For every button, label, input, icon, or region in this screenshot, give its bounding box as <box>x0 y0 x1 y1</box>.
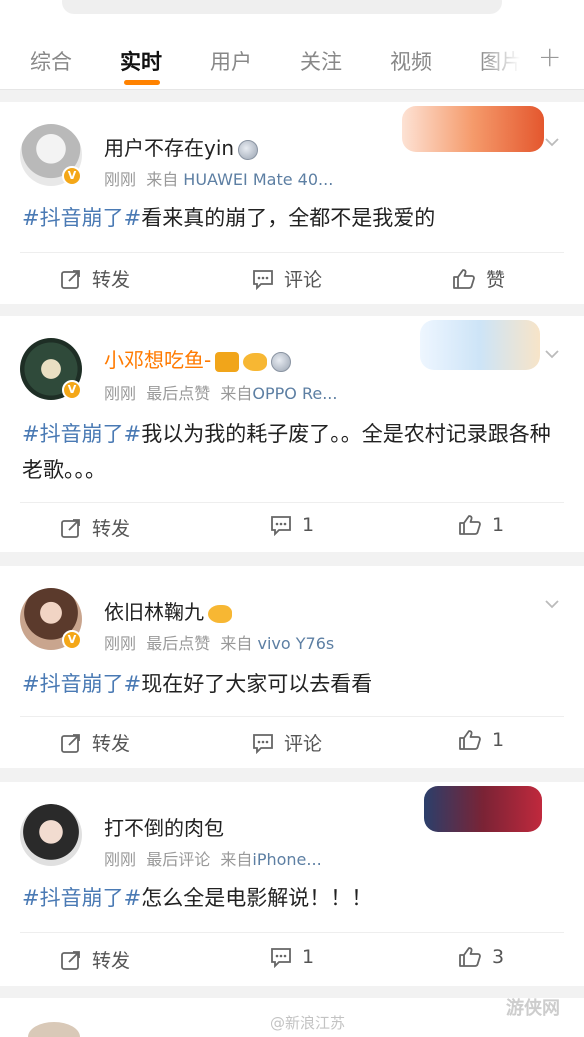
tab-video[interactable]: 视频 <box>390 46 432 76</box>
hashtag-link[interactable]: #抖音崩了# <box>22 886 141 910</box>
repost-button[interactable]: 转发 <box>60 265 130 292</box>
repost-icon <box>61 733 80 753</box>
crown-icon <box>215 351 240 372</box>
medal-icon <box>238 139 259 160</box>
divider <box>20 252 564 253</box>
comment-button[interactable]: 1 <box>270 946 314 968</box>
comment-button[interactable]: 评论 <box>252 265 322 292</box>
card-decoration <box>420 320 540 370</box>
add-tab-icon[interactable]: + <box>538 40 561 73</box>
fish-icon <box>208 604 232 623</box>
divider <box>20 716 564 717</box>
hashtag-link[interactable]: #抖音崩了# <box>22 672 141 696</box>
comment-button[interactable]: 1 <box>270 514 314 536</box>
post-meta: 刚刚 最后评论 来自iPhone... <box>104 850 322 869</box>
search-bar[interactable] <box>62 0 502 14</box>
chevron-down-icon[interactable] <box>544 596 560 612</box>
repost-button[interactable]: 转发 <box>60 729 130 756</box>
chevron-down-icon[interactable] <box>544 346 560 362</box>
like-button[interactable]: 赞 <box>452 265 505 292</box>
username[interactable]: 依旧林鞠九 <box>104 596 232 625</box>
medal-icon <box>271 351 292 372</box>
card-decoration <box>424 786 542 832</box>
post-meta: 刚刚 最后点赞 来自 vivo Y76s <box>104 634 335 653</box>
comment-icon <box>271 516 291 536</box>
hashtag-link[interactable]: #抖音崩了# <box>22 206 141 230</box>
like-button[interactable]: 1 <box>458 514 504 536</box>
tab-users[interactable]: 用户 <box>210 46 252 76</box>
tab-fade <box>480 28 520 89</box>
repost-icon <box>61 269 80 289</box>
post-card: V 小邓想吃鱼- 刚刚 最后点赞 来自OPPO Re... #抖音崩了#我以为我… <box>0 316 584 552</box>
repost-icon <box>61 950 80 970</box>
top-bar <box>0 0 584 28</box>
repost-button[interactable]: 转发 <box>60 514 130 541</box>
thumbs-up-icon <box>459 515 481 535</box>
chevron-down-icon[interactable] <box>544 134 560 150</box>
like-button[interactable]: 3 <box>458 946 504 968</box>
divider <box>20 502 564 503</box>
tab-bar: 综合 实时 用户 关注 视频 图片 + <box>0 28 584 90</box>
verified-badge-icon: V <box>62 166 82 186</box>
verified-badge-icon: V <box>62 630 82 650</box>
post-card: 打不倒的肉包 刚刚 最后评论 来自iPhone... #抖音崩了#怎么全是电影解… <box>0 782 584 986</box>
tab-comprehensive[interactable]: 综合 <box>30 46 72 76</box>
verified-badge-icon: V <box>62 380 82 400</box>
thumbs-up-icon <box>453 268 475 289</box>
tab-realtime[interactable]: 实时 <box>120 46 162 76</box>
username[interactable]: 小邓想吃鱼- <box>104 344 292 373</box>
post-text: #抖音崩了#我以为我的耗子废了。。全是农村记录跟各种老歌。。。 <box>22 422 551 482</box>
tab-following[interactable]: 关注 <box>300 46 342 76</box>
like-button[interactable]: 1 <box>458 729 504 751</box>
repost-button[interactable]: 转发 <box>60 946 130 973</box>
comment-icon <box>253 733 273 754</box>
thumbs-up-icon <box>459 947 481 967</box>
avatar[interactable]: V <box>20 588 82 650</box>
post-text: #抖音崩了#看来真的崩了，全都不是我爱的 <box>22 206 436 230</box>
username[interactable]: 打不倒的肉包 <box>104 812 224 841</box>
post-card: V 依旧林鞠九 刚刚 最后点赞 来自 vivo Y76s #抖音崩了#现在好了大… <box>0 566 584 768</box>
post-meta: 刚刚 最后点赞 来自OPPO Re... <box>104 384 338 403</box>
username[interactable]: 用户不存在yin <box>104 132 259 161</box>
comment-icon <box>271 948 291 968</box>
divider <box>20 932 564 933</box>
site-watermark: 游侠网 <box>506 998 560 1019</box>
card-decoration <box>402 106 544 152</box>
avatar[interactable] <box>20 804 82 866</box>
watermark: @新浪江苏 <box>270 1014 346 1032</box>
post-card: V 用户不存在yin 刚刚 来自 HUAWEI Mate 40... #抖音崩了… <box>0 102 584 304</box>
avatar[interactable] <box>28 1022 80 1037</box>
post-text: #抖音崩了#现在好了大家可以去看看 <box>22 672 373 696</box>
comment-button[interactable]: 评论 <box>252 729 322 756</box>
avatar[interactable]: V <box>20 338 82 400</box>
thumbs-up-icon <box>459 730 481 750</box>
hashtag-link[interactable]: #抖音崩了# <box>22 422 141 446</box>
repost-icon <box>61 518 80 538</box>
fish-icon <box>243 352 268 371</box>
post-text: #抖音崩了#怎么全是电影解说！！！ <box>22 886 373 910</box>
comment-icon <box>253 269 273 290</box>
post-meta: 刚刚 来自 HUAWEI Mate 40... <box>104 170 334 189</box>
avatar[interactable]: V <box>20 124 82 186</box>
active-tab-indicator <box>124 80 160 85</box>
